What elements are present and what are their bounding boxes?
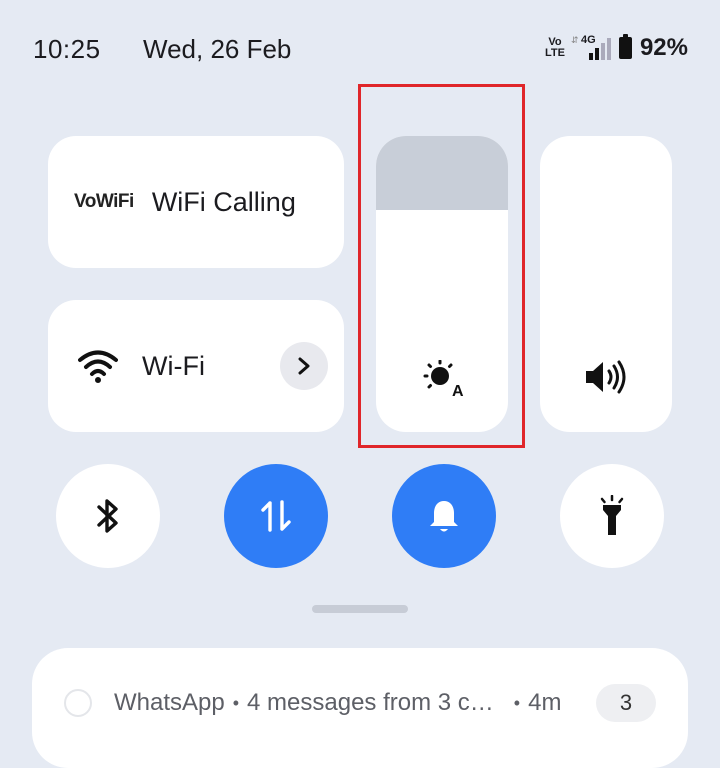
sound-toggle[interactable] (392, 464, 496, 568)
mobile-data-toggle[interactable] (224, 464, 328, 568)
signal-icon: ⇵ 4G (570, 34, 611, 62)
volte-bottom-text: LTE (544, 47, 565, 59)
battery-percent: 92% (639, 34, 688, 61)
notification-separator: • (232, 692, 240, 713)
signal-bars (588, 38, 611, 60)
notification-summary: 4 messages from 3 c… (247, 689, 494, 716)
volume-slider[interactable] (540, 136, 672, 432)
notification-time-separator: • (513, 692, 521, 713)
panel-drag-handle[interactable] (312, 605, 408, 613)
wifi-details-button[interactable] (280, 342, 328, 390)
flashlight-toggle[interactable] (560, 464, 664, 568)
signal-bar (606, 38, 611, 60)
notification-header: WhatsApp • 4 messages from 3 c… • 4m 3 (64, 684, 656, 722)
status-icons: Vo LTE ⇵ 4G 92% (545, 33, 688, 63)
whatsapp-icon (64, 689, 92, 717)
signal-bar (594, 48, 599, 60)
brightness-slider[interactable]: A (376, 136, 508, 432)
brightness-unfilled (376, 136, 508, 210)
data-arrows-icon (261, 500, 291, 532)
vowifi-icon: VoWiFi (74, 191, 134, 212)
chevron-right-icon (298, 357, 310, 375)
status-time: 10:25 (33, 34, 101, 64)
notification-app: WhatsApp (114, 689, 225, 716)
notification-count-badge[interactable]: 3 (596, 684, 656, 722)
bluetooth-icon (97, 499, 118, 533)
volte-icon: Vo LTE (545, 37, 565, 59)
wifi-tile[interactable]: Wi-Fi (48, 300, 344, 432)
bell-icon (430, 501, 458, 532)
battery-icon (618, 34, 632, 59)
data-activity-icon: ⇵ (570, 35, 579, 45)
wifi-icon (78, 349, 118, 383)
whatsapp-notification[interactable]: WhatsApp • 4 messages from 3 c… • 4m 3 (32, 648, 688, 768)
brightness-auto-icon: A (422, 359, 466, 403)
wifi-calling-tile[interactable]: VoWiFi WiFi Calling (48, 136, 344, 268)
volume-icon (584, 360, 630, 399)
wifi-label: Wi-Fi (142, 350, 205, 381)
svg-text:A: A (452, 383, 464, 398)
bluetooth-toggle[interactable] (56, 464, 160, 568)
flashlight-icon (600, 495, 624, 535)
wifi-calling-label: WiFi Calling (151, 186, 296, 217)
signal-bar (600, 43, 605, 60)
notification-time: 4m (528, 689, 562, 716)
signal-bar (588, 53, 593, 60)
status-date: Wed, 26 Feb (143, 34, 292, 64)
